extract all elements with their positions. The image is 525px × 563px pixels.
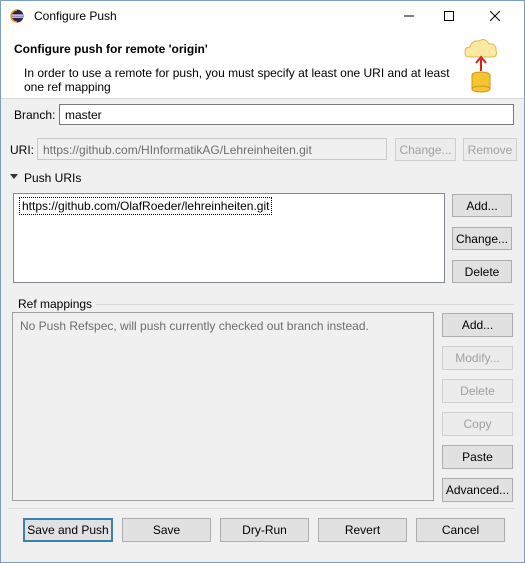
ref-mappings-list[interactable]: No Push Refspec, will push currently che… <box>12 312 434 501</box>
eclipse-app-icon <box>10 9 24 23</box>
close-icon <box>490 11 500 21</box>
push-uri-delete-button[interactable]: Delete <box>452 260 512 283</box>
dialog-header: Configure push for remote 'origin' In or… <box>1 31 524 99</box>
title-bar: Configure Push <box>1 1 524 31</box>
push-uris-label: Push URIs <box>24 171 82 185</box>
cloud-database-icon <box>464 39 497 93</box>
save-button[interactable]: Save <box>122 518 211 542</box>
uri-field[interactable]: https://github.com/HInformatikAG/Lehrein… <box>37 138 387 160</box>
push-uri-add-button[interactable]: Add... <box>452 194 512 217</box>
push-uri-change-button[interactable]: Change... <box>452 227 512 250</box>
ref-add-button[interactable]: Add... <box>442 313 513 337</box>
ref-paste-button[interactable]: Paste <box>442 445 513 469</box>
ref-mappings-placeholder: No Push Refspec, will push currently che… <box>20 319 369 333</box>
branch-field[interactable]: master <box>59 104 514 125</box>
ref-advanced-button[interactable]: Advanced... <box>442 478 513 502</box>
ref-mappings-label: Ref mappings <box>18 297 93 311</box>
dry-run-button[interactable]: Dry-Run <box>220 518 309 542</box>
configure-push-dialog: Configure Push Configure push for remote… <box>0 0 525 563</box>
footer-separator <box>8 508 515 509</box>
ref-mappings-divider <box>96 304 514 305</box>
uri-remove-button[interactable]: Remove <box>463 138 517 161</box>
push-uris-list[interactable]: https://github.com/OlafRoeder/lehreinhei… <box>13 193 445 283</box>
header-message: In order to use a remote for push, you m… <box>24 66 450 94</box>
list-item[interactable]: https://github.com/OlafRoeder/lehreinhei… <box>19 197 273 215</box>
close-button[interactable] <box>472 1 518 31</box>
uri-change-button[interactable]: Change... <box>395 138 456 161</box>
minimize-icon <box>404 15 414 17</box>
header-title: Configure push for remote 'origin' <box>14 42 208 56</box>
maximize-icon <box>444 11 454 21</box>
window-title: Configure Push <box>34 9 117 23</box>
uri-label: URI: <box>10 143 34 157</box>
ref-modify-button[interactable]: Modify... <box>442 346 513 370</box>
ref-delete-button[interactable]: Delete <box>442 379 513 403</box>
branch-label: Branch: <box>14 108 56 122</box>
maximize-button[interactable] <box>426 1 472 31</box>
cancel-button[interactable]: Cancel <box>416 518 505 542</box>
expand-arrow-icon[interactable] <box>10 174 18 180</box>
ref-copy-button[interactable]: Copy <box>442 412 513 436</box>
save-and-push-button[interactable]: Save and Push <box>23 518 113 542</box>
revert-button[interactable]: Revert <box>318 518 407 542</box>
